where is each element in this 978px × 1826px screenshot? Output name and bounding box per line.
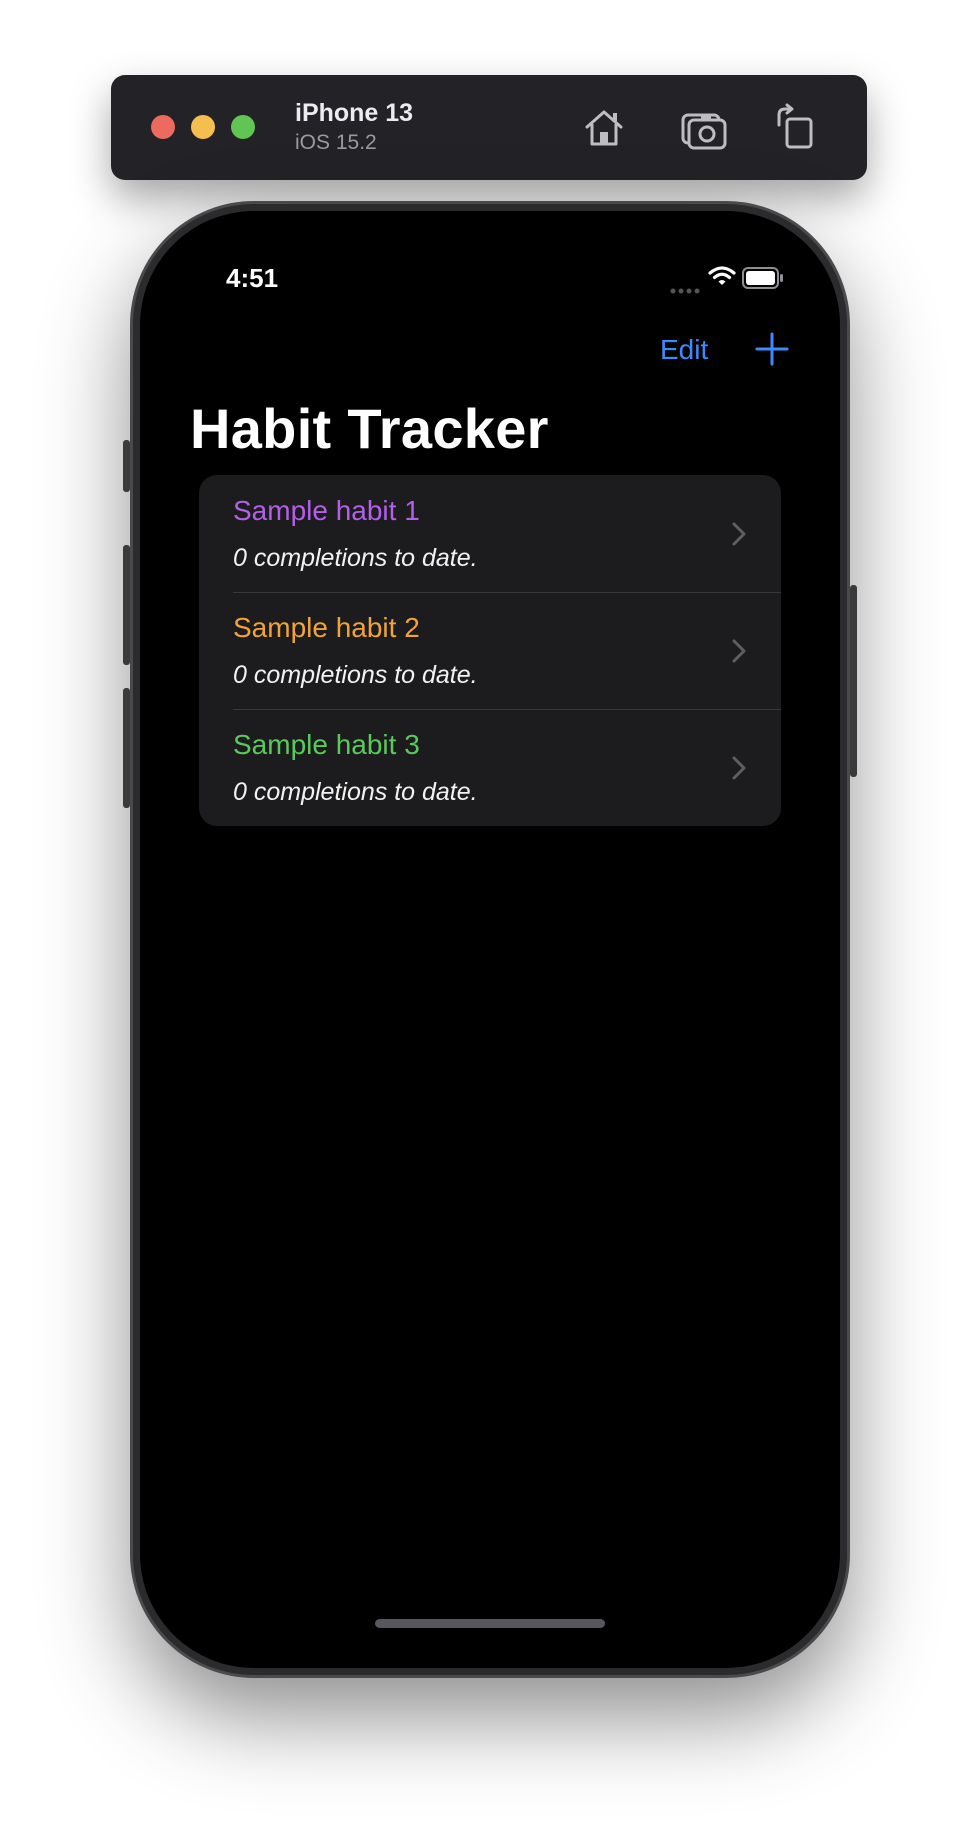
home-indicator[interactable] [375, 1619, 605, 1628]
page-title: Habit Tracker [190, 397, 549, 460]
rotate-icon[interactable] [769, 103, 819, 153]
habit-completions: 0 completions to date. [233, 778, 478, 806]
habit-row[interactable]: Sample habit 3 0 completions to date. [199, 709, 781, 826]
power-button [850, 585, 857, 777]
habit-list: Sample habit 1 0 completions to date. Sa… [199, 475, 781, 826]
plus-icon[interactable] [752, 329, 792, 369]
habit-completions: 0 completions to date. [233, 661, 478, 689]
edit-button[interactable]: Edit [660, 334, 708, 366]
habit-row[interactable]: Sample habit 2 0 completions to date. [199, 592, 781, 709]
device-name: iPhone 13 [295, 99, 414, 127]
camera-icon[interactable] [679, 103, 729, 153]
mute-switch [123, 440, 130, 492]
chevron-right-icon [732, 756, 746, 780]
zoom-window-button[interactable] [231, 115, 255, 139]
habit-row[interactable]: Sample habit 1 0 completions to date. [199, 475, 781, 592]
chevron-right-icon [732, 522, 746, 546]
habit-name: Sample habit 2 [233, 612, 420, 643]
wifi-icon [708, 265, 736, 292]
volume-down-button [123, 688, 130, 808]
volume-up-button [123, 545, 130, 665]
status-time: 4:51 [226, 263, 279, 293]
close-window-button[interactable] [151, 115, 175, 139]
simulator-toolbar: iPhone 13 iOS 15.2 [111, 75, 867, 180]
habit-name: Sample habit 3 [233, 729, 420, 760]
habit-name: Sample habit 1 [233, 495, 420, 526]
phone-screen: 4:51 Edit Habit Tracker Sample habit 1 0… [140, 211, 840, 1668]
cellular-icon [670, 281, 700, 299]
home-icon[interactable] [579, 103, 629, 153]
minimize-window-button[interactable] [191, 115, 215, 139]
os-version: iOS 15.2 [295, 131, 377, 154]
battery-icon [742, 267, 784, 294]
chevron-right-icon [732, 639, 746, 663]
habit-completions: 0 completions to date. [233, 544, 478, 572]
